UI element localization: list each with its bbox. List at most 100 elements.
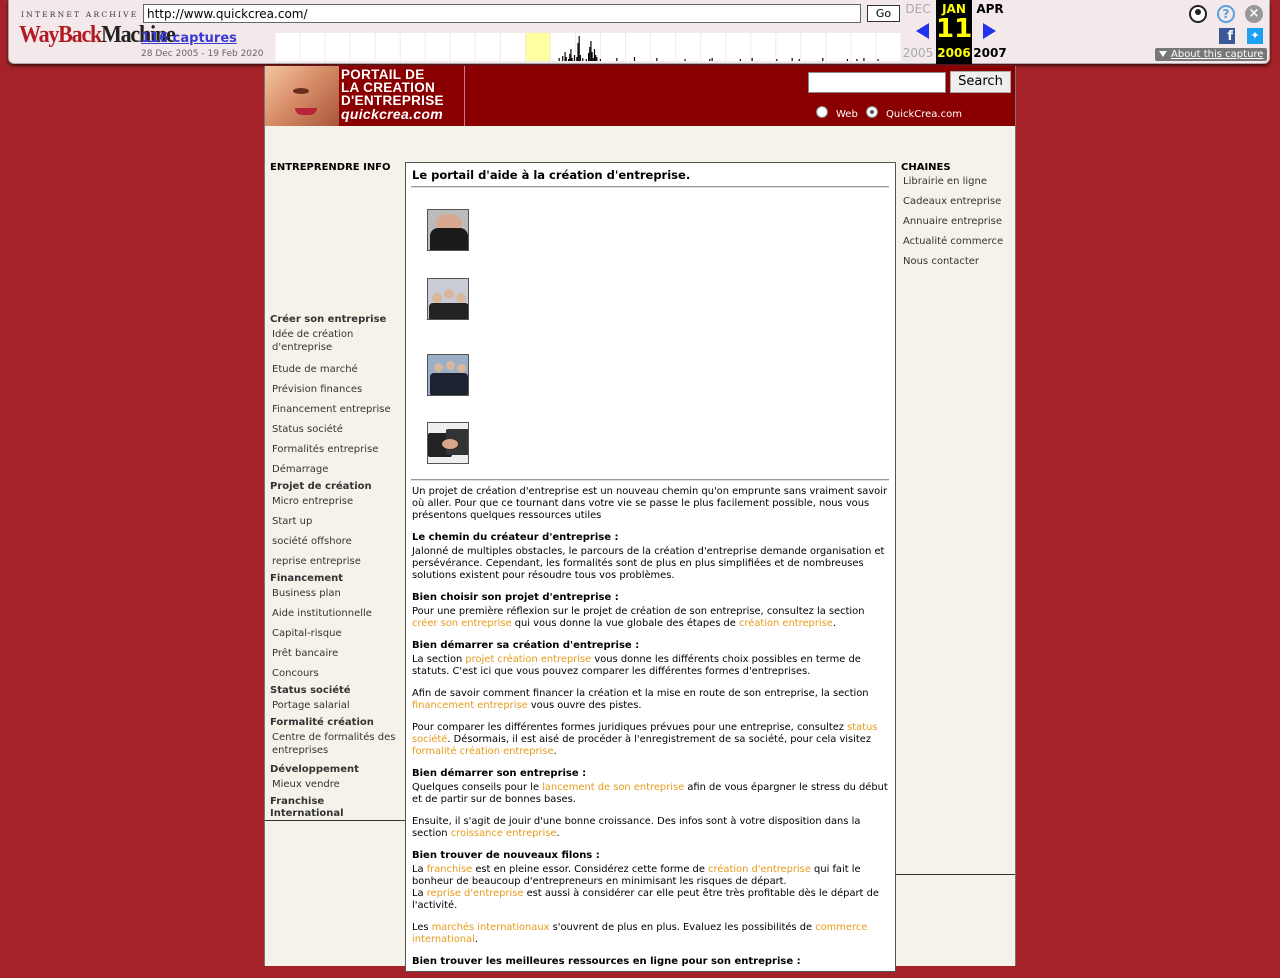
link-creer-son-entreprise[interactable]: créer son entreprise bbox=[412, 618, 512, 629]
sparkline-year-column[interactable] bbox=[300, 33, 325, 61]
link-croissance[interactable]: croissance entreprise bbox=[451, 828, 557, 839]
photo-thumb-businessman[interactable] bbox=[427, 209, 469, 251]
link-creation-entreprise[interactable]: création entreprise bbox=[739, 618, 833, 629]
nav-link-aide[interactable]: Aide institutionnelle bbox=[272, 607, 372, 620]
nav-link-status[interactable]: Status société bbox=[272, 423, 343, 436]
nav-section-financement[interactable]: Financement bbox=[270, 573, 343, 585]
prev-capture-arrow-icon[interactable] bbox=[916, 23, 929, 39]
nav-section-status[interactable]: Status société bbox=[270, 685, 351, 697]
nav-link-demarrage[interactable]: Démarrage bbox=[272, 463, 328, 476]
link-reprise[interactable]: reprise d'entreprise bbox=[427, 888, 524, 899]
article-body: Un projet de création d'entreprise est u… bbox=[412, 486, 890, 978]
sparkline-bar bbox=[709, 59, 711, 61]
nav-link-portage[interactable]: Portage salarial bbox=[272, 699, 350, 712]
sparkline-year-column[interactable] bbox=[601, 33, 625, 61]
nav-section-franchise[interactable]: Franchise International bbox=[270, 796, 360, 820]
sparkline-year-column[interactable] bbox=[676, 33, 701, 61]
nav-link-reprise[interactable]: reprise entreprise bbox=[272, 555, 361, 568]
nav-link-startup[interactable]: Start up bbox=[272, 515, 312, 528]
sparkline-year-column[interactable] bbox=[701, 33, 726, 61]
sparkline-year-column[interactable] bbox=[801, 33, 826, 61]
sparkline-year-column[interactable] bbox=[275, 33, 300, 61]
nav-link-pret[interactable]: Prêt bancaire bbox=[272, 647, 338, 660]
sparkline-year-column[interactable] bbox=[450, 33, 475, 61]
sparkline-year-column[interactable] bbox=[350, 33, 375, 61]
facebook-icon[interactable]: f bbox=[1219, 28, 1235, 44]
nav-section-formalite[interactable]: Formalité création bbox=[270, 717, 374, 729]
sparkline-year-column[interactable] bbox=[525, 33, 550, 61]
sparkline-year-column[interactable] bbox=[751, 33, 776, 61]
nav-link-offshore[interactable]: société offshore bbox=[272, 535, 352, 548]
nav-link-mieux-vendre[interactable]: Mieux vendre bbox=[272, 778, 340, 791]
right-link-annuaire[interactable]: Annuaire entreprise bbox=[903, 216, 1002, 227]
sparkline-year-column[interactable] bbox=[375, 33, 400, 61]
nav-section-developpement[interactable]: Développement bbox=[270, 764, 359, 776]
right-link-cadeaux[interactable]: Cadeaux entreprise bbox=[903, 196, 1001, 207]
nav-link-idee[interactable]: Idée de création d'entreprise bbox=[272, 328, 402, 354]
sparkline-year-column[interactable] bbox=[876, 33, 901, 61]
captures-sparkline[interactable] bbox=[275, 33, 901, 61]
radio-site[interactable] bbox=[866, 106, 878, 118]
search-button[interactable]: Search bbox=[950, 71, 1011, 93]
photo-thumb-handshake[interactable] bbox=[427, 422, 469, 464]
prev-year-label: 2005 bbox=[902, 46, 934, 60]
site-logo[interactable]: PORTAIL DE LA CREATION D'ENTREPRISE quic… bbox=[265, 66, 465, 126]
sparkline-year-column[interactable] bbox=[651, 33, 676, 61]
photo-thumb-team[interactable] bbox=[427, 354, 469, 396]
help-icon[interactable]: ? bbox=[1217, 5, 1235, 23]
wayback-logo-top: INTERNET ARCHIVE bbox=[21, 10, 139, 19]
sparkline-year-column[interactable] bbox=[826, 33, 851, 61]
link-franchise[interactable]: franchise bbox=[427, 864, 473, 875]
close-icon[interactable]: × bbox=[1245, 5, 1263, 23]
sparkline-year-column[interactable] bbox=[776, 33, 801, 61]
link-financement-entreprise[interactable]: financement entreprise bbox=[412, 700, 528, 711]
sparkline-year-column[interactable] bbox=[425, 33, 450, 61]
wayback-url-input[interactable] bbox=[143, 4, 861, 23]
wayback-logo[interactable]: INTERNET ARCHIVE WayBackMachine bbox=[19, 10, 176, 50]
link-formalite-creation[interactable]: formalité création entreprise bbox=[412, 746, 554, 757]
link-creation-dentreprise[interactable]: création d'entreprise bbox=[708, 864, 811, 875]
link-projet-creation[interactable]: projet création entreprise bbox=[465, 654, 591, 665]
nav-link-prevision[interactable]: Prévision finances bbox=[272, 383, 362, 396]
paragraph-text: qui vous donne la vue globale des étapes… bbox=[511, 618, 739, 629]
paragraph-text: est en pleine essor. Considérez cette fo… bbox=[472, 864, 709, 875]
right-link-contact[interactable]: Nous contacter bbox=[903, 256, 979, 267]
nav-link-micro[interactable]: Micro entreprise bbox=[272, 495, 353, 508]
radio-web[interactable] bbox=[816, 106, 828, 118]
search-input[interactable] bbox=[808, 72, 946, 93]
paragraph-text: . Désormais, il est aisé de procéder à l… bbox=[447, 734, 872, 745]
section-choisir: Bien choisir son projet d'entreprise : Po… bbox=[412, 592, 890, 630]
sparkline-year-column[interactable] bbox=[500, 33, 525, 61]
nav-link-cfe[interactable]: Centre de formalités des entreprises bbox=[272, 731, 402, 757]
nav-link-concours[interactable]: Concours bbox=[272, 667, 319, 680]
nav-link-financement-entreprise[interactable]: Financement entreprise bbox=[272, 403, 391, 416]
user-icon[interactable] bbox=[1189, 5, 1207, 23]
nav-link-business-plan[interactable]: Business plan bbox=[272, 587, 341, 600]
about-capture-button[interactable]: About this capture bbox=[1155, 48, 1268, 61]
wayback-go-button[interactable]: Go bbox=[867, 5, 900, 22]
sparkline-year-column[interactable] bbox=[726, 33, 751, 61]
sparkline-bar bbox=[564, 52, 566, 61]
right-link-actualite[interactable]: Actualité commerce bbox=[903, 236, 1003, 247]
sparkline-bar bbox=[576, 57, 578, 61]
nav-link-formalites[interactable]: Formalités entreprise bbox=[272, 443, 378, 456]
photo-thumb-meeting[interactable] bbox=[427, 278, 469, 320]
sparkline-year-column[interactable] bbox=[475, 33, 500, 61]
right-link-librairie[interactable]: Librairie en ligne bbox=[903, 176, 987, 187]
link-marches-internationaux[interactable]: marchés internationaux bbox=[432, 922, 550, 933]
link-lancement[interactable]: lancement de son entreprise bbox=[542, 782, 684, 793]
twitter-icon[interactable]: ✦ bbox=[1247, 28, 1263, 44]
nav-link-capital[interactable]: Capital-risque bbox=[272, 627, 342, 640]
captures-link[interactable]: 116 captures bbox=[141, 31, 237, 46]
sparkline-bar bbox=[711, 58, 713, 61]
nav-link-etude[interactable]: Etude de marché bbox=[272, 363, 358, 376]
sparkline-year-column[interactable] bbox=[400, 33, 425, 61]
sparkline-year-column[interactable] bbox=[851, 33, 876, 61]
nav-section-creer[interactable]: Créer son entreprise bbox=[270, 314, 386, 326]
paragraph-croissance: Ensuite, il s'agit de jouir d'une bonne … bbox=[412, 816, 890, 840]
sparkline-year-column[interactable] bbox=[325, 33, 350, 61]
next-capture-arrow-icon[interactable] bbox=[983, 23, 996, 39]
page-title: Le portail d'aide à la création d'entrep… bbox=[412, 168, 691, 182]
nav-section-projet[interactable]: Projet de création bbox=[270, 481, 372, 493]
sparkline-year-column[interactable] bbox=[626, 33, 651, 61]
